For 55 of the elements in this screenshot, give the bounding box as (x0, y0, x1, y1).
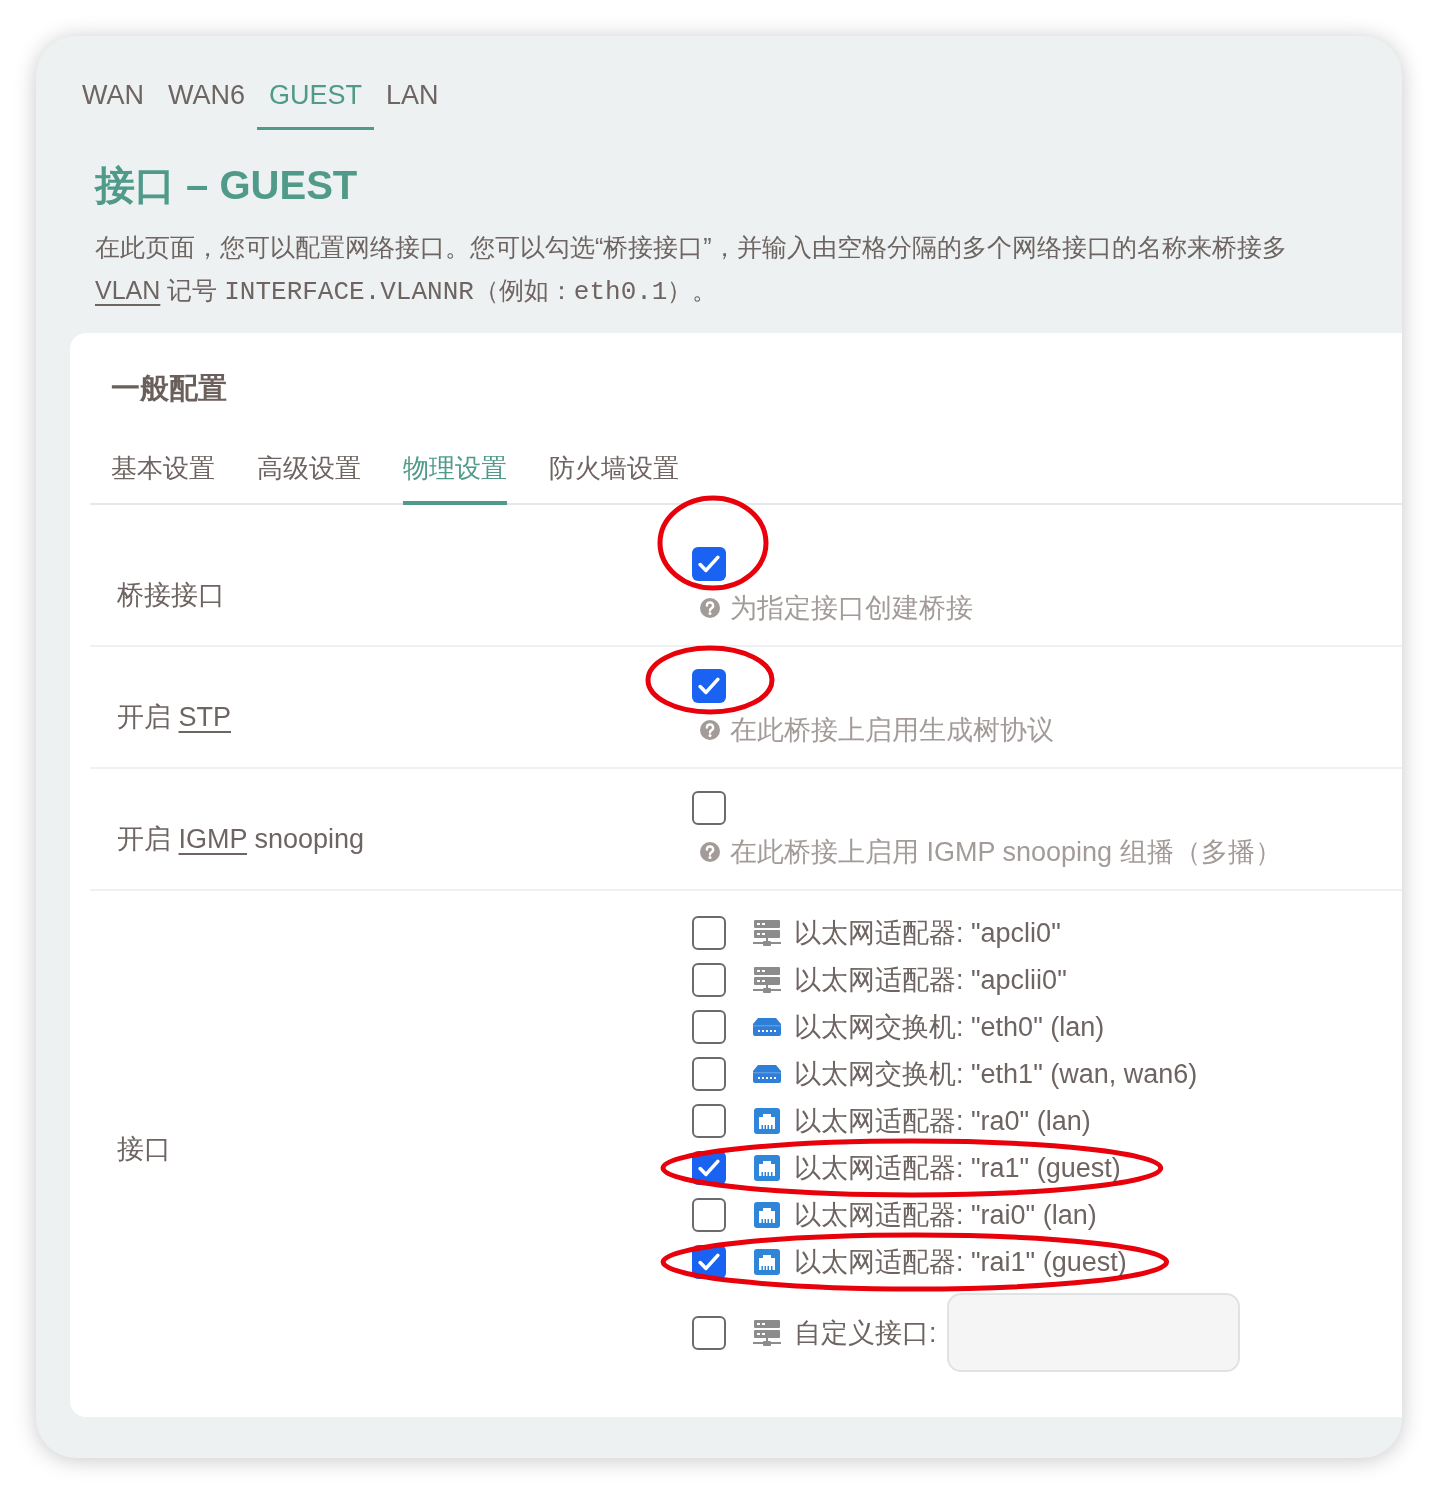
interface-tab[interactable]: GUEST (257, 77, 375, 130)
description-text: 在此页面，您可以配置网络接口。您可以勾选“桥接接口”，并输入由空格分隔的多个网络接口的名称来桥接多 (95, 232, 1287, 263)
server-icon (753, 966, 781, 993)
interface-label: 以太网适配器: "ra0" (lan) (794, 1104, 1091, 1138)
option-label: 开启 IGMP snooping (117, 823, 365, 856)
ethernet-port-icon (754, 1248, 780, 1275)
checkbox[interactable] (692, 669, 726, 703)
ethernet-port-icon (754, 1154, 780, 1181)
hint-text: 在此桥接上启用生成树协议 (730, 714, 1054, 747)
interface-label: 以太网交换机: "eth0" (lan) (794, 1010, 1105, 1044)
description-text: VLAN 记号 INTERFACE.VLANNR（例如：eth0.1）。 (95, 275, 718, 309)
ethernet-port-icon (754, 1201, 780, 1228)
checkbox[interactable] (692, 1056, 726, 1091)
checkmark-icon (698, 555, 720, 573)
network-switch-icon (753, 1064, 781, 1083)
checkbox[interactable] (692, 791, 726, 825)
checkmark-icon (698, 677, 720, 695)
interface-tab[interactable]: LAN (374, 77, 451, 130)
hint-text: 在此桥接上启用 IGMP snooping 组播（多播） (730, 836, 1282, 869)
help-icon (700, 598, 720, 618)
checkbox[interactable] (692, 1009, 726, 1044)
interface-label: 以太网适配器: "rai0" (lan) (794, 1198, 1097, 1232)
checkmark-icon (698, 1252, 720, 1271)
interface-label: 以太网适配器: "apcli0" (794, 916, 1061, 950)
interface-tab[interactable]: WAN (70, 77, 156, 130)
card-title: 一般配置 (111, 371, 227, 406)
settings-tab[interactable]: 防火墙设置 (549, 448, 679, 505)
checkbox[interactable] (692, 547, 726, 581)
checkbox[interactable] (692, 962, 726, 997)
interface-label: 以太网适配器: "rai1" (guest) (794, 1245, 1127, 1279)
checkbox[interactable] (692, 1197, 726, 1232)
settings-tab[interactable]: 高级设置 (257, 448, 361, 505)
help-icon (700, 720, 720, 740)
interface-label: 自定义接口: (794, 1316, 937, 1350)
option-label: 桥接接口 (117, 579, 225, 612)
checkbox[interactable] (692, 915, 726, 950)
interface-label: 以太网适配器: "ra1" (guest) (794, 1151, 1121, 1185)
server-icon (753, 919, 781, 946)
settings-tab[interactable]: 物理设置 (403, 448, 507, 505)
option-label: 接口 (117, 1133, 171, 1166)
server-icon (753, 1319, 781, 1346)
checkbox[interactable] (692, 1315, 726, 1350)
hint-text: 为指定接口创建桥接 (730, 592, 973, 625)
interface-tab[interactable]: WAN6 (156, 77, 257, 130)
network-switch-icon (753, 1017, 781, 1036)
page-title: 接口 – GUEST (95, 162, 358, 209)
interface-label: 以太网适配器: "apclii0" (794, 963, 1067, 997)
custom-interface-field[interactable] (946, 1293, 1240, 1372)
help-icon (700, 842, 720, 862)
ethernet-port-icon (754, 1107, 780, 1134)
checkbox[interactable] (692, 1103, 726, 1138)
option-label: 开启 STP (117, 701, 232, 734)
settings-tab[interactable]: 基本设置 (111, 448, 215, 505)
interface-label: 以太网交换机: "eth1" (wan, wan6) (794, 1057, 1198, 1091)
checkmark-icon (698, 1158, 720, 1177)
